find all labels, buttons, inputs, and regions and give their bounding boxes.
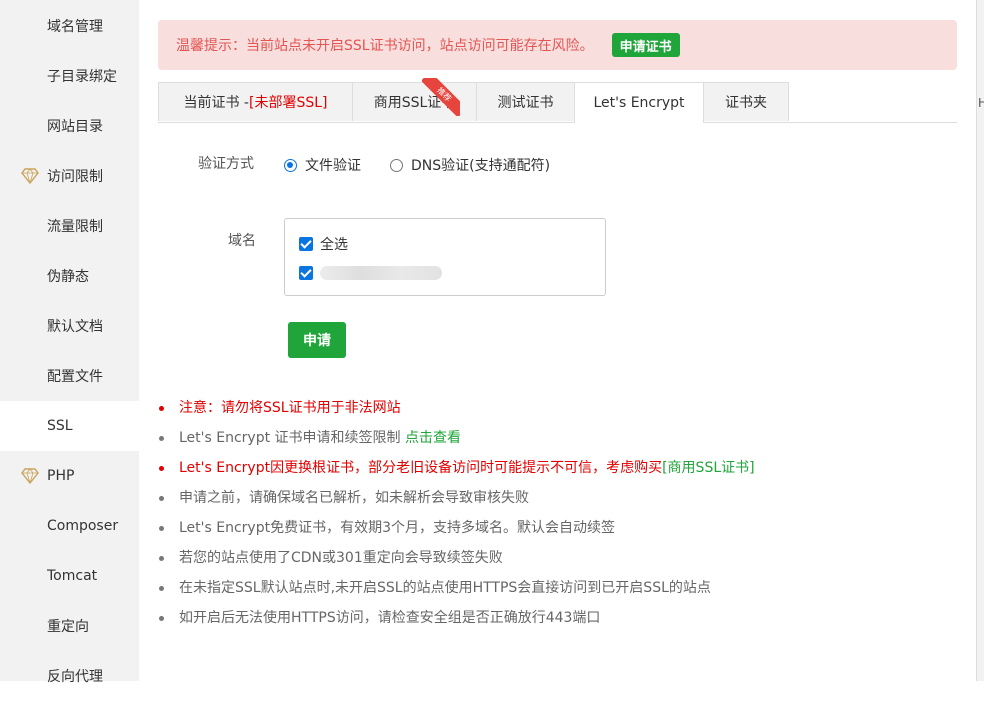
sidebar-item-label: 重定向 [47,619,89,635]
sidebar-item-label: 默认文档 [47,319,103,335]
list-item: Let's Encrypt免费证书，有效期3个月，支持多域名。默认会自动续签 [159,516,755,546]
tab-test-certificate[interactable]: 测试证书 [476,82,575,121]
tab-label: 证书夹 [725,95,767,111]
notes-list: 注意：请勿将SSL证书用于非法网站 Let's Encrypt 证书申请和续签限… [159,396,755,636]
domain-list-box: 全选 [284,218,606,296]
checkbox-checked-icon [299,237,313,251]
list-item: Let's Encrypt因更换根证书，部分老旧设备访问时可能提示不可信，考虑购… [159,456,755,486]
sidebar-item-label: 网站目录 [47,119,103,135]
sidebar-item-site-directory[interactable]: 网站目录 [0,101,139,151]
sidebar-item-label: 访问限制 [47,169,103,185]
sidebar-item-label: 子目录绑定 [47,69,117,85]
apply-certificate-button[interactable]: 申请证书 [611,33,680,57]
sidebar-item-php[interactable]: PHP [0,451,139,501]
sidebar-item-label: 配置文件 [47,369,103,385]
ssl-panel: 温馨提示：当前站点未开启SSL证书访问，站点访问可能存在风险。 申请证书 当前证… [139,0,976,681]
sidebar-item-traffic-limit[interactable]: 流量限制 [0,201,139,251]
note-text: 在未指定SSL默认站点时,未开启SSL的站点使用HTTPS会直接访问到已开启SS… [179,580,711,596]
select-all-checkbox[interactable]: 全选 [299,234,348,254]
note-text: 如开启后无法使用HTTPS访问，请检查安全组是否正确放行443端口 [179,610,601,626]
sidebar-item-label: SSL [47,418,73,434]
vip-diamond-icon [21,468,39,484]
sidebar-item-reverse-proxy[interactable]: 反向代理 [0,651,139,701]
ssl-status-text: [未部署SSL] [249,95,328,111]
note-text: 若您的站点使用了CDN或301重定向会导致续签失败 [179,550,503,566]
redacted-domain-name [320,266,442,280]
note-text: 申请之前，请确保域名已解析，如未解析会导致审核失败 [179,490,529,506]
note-text: Let's Encrypt 证书申请和续签限制 [179,430,405,446]
sidebar-item-access-restriction[interactable]: 访问限制 [0,151,139,201]
tab-label: Let's Encrypt [593,95,685,111]
ssl-tabs: 当前证书 - [未部署SSL] 商用SSL证书 测试证书 Let's Encry… [158,82,957,123]
submit-apply-button[interactable]: 申请 [288,322,346,358]
verify-method-label: 验证方式 [198,156,254,172]
list-item: 注意：请勿将SSL证书用于非法网站 [159,396,755,426]
note-text: Let's Encrypt免费证书，有效期3个月，支持多域名。默认会自动续签 [179,520,615,536]
alert-text: 温馨提示：当前站点未开启SSL证书访问，站点访问可能存在风险。 [176,38,594,54]
sidebar-item-label: 反向代理 [47,669,103,685]
note-text: Let's Encrypt因更换根证书，部分老旧设备访问时可能提示不可信，考虑购… [179,460,663,476]
list-item: 若您的站点使用了CDN或301重定向会导致续签失败 [159,546,755,576]
radio-label: DNS验证(支持通配符) [411,158,551,174]
sidebar-item-label: 伪静态 [47,269,89,285]
sidebar-item-config-file[interactable]: 配置文件 [0,351,139,401]
tab-certificate-folder[interactable]: 证书夹 [703,82,789,121]
sidebar-item-default-document[interactable]: 默认文档 [0,301,139,351]
sidebar-item-label: Tomcat [47,568,98,584]
vip-diamond-icon [21,168,39,184]
checkbox-label: 全选 [320,237,348,253]
ssl-warning-alert: 温馨提示：当前站点未开启SSL证书访问，站点访问可能存在风险。 申请证书 [158,20,957,70]
sidebar-item-label: Composer [47,518,119,534]
sidebar-item-ssl[interactable]: SSL [0,401,139,451]
commercial-ssl-link[interactable]: [商用SSL证书] [662,460,755,476]
checkbox-checked-icon [299,266,313,280]
list-item: Let's Encrypt 证书申请和续签限制 点击查看 [159,426,755,456]
tab-label: 当前证书 - [183,95,249,111]
radio-unselected-icon [390,158,403,172]
sidebar-item-label: 域名管理 [47,19,103,35]
tab-current-certificate[interactable]: 当前证书 - [未部署SSL] [158,82,353,121]
sidebar-item-label: PHP [47,468,75,484]
domain-label: 域名 [228,233,256,249]
background-table-edge: H [976,0,984,681]
sidebar-item-tomcat[interactable]: Tomcat [0,551,139,601]
radio-selected-icon [284,158,297,172]
sidebar-item-redirect[interactable]: 重定向 [0,601,139,651]
list-item: 在未指定SSL默认站点时,未开启SSL的站点使用HTTPS会直接访问到已开启SS… [159,576,755,606]
radio-label: 文件验证 [305,158,361,174]
domain-checkbox[interactable] [299,266,442,280]
radio-dns-verification[interactable]: DNS验证(支持通配符) [390,155,550,175]
radio-file-verification[interactable]: 文件验证 [284,155,361,175]
recommended-ribbon: 推荐 [422,78,460,116]
tab-label: 测试证书 [497,95,554,111]
sidebar-item-rewrite[interactable]: 伪静态 [0,251,139,301]
note-text: 注意：请勿将SSL证书用于非法网站 [179,400,401,416]
list-item: 如开启后无法使用HTTPS访问，请检查安全组是否正确放行443端口 [159,606,755,636]
sidebar-item-label: 流量限制 [47,219,103,235]
sidebar-item-domain-management[interactable]: 域名管理 [0,1,139,51]
list-item: 申请之前，请确保域名已解析，如未解析会导致审核失败 [159,486,755,516]
settings-sidebar: 域名管理 子目录绑定 网站目录 访问限制 流量限制 伪静态 默认文档 配置文件 … [0,0,139,685]
recommended-badge: 推荐 [422,78,460,116]
sidebar-item-subdirectory-binding[interactable]: 子目录绑定 [0,51,139,101]
sidebar-item-composer[interactable]: Composer [0,501,139,551]
view-limits-link[interactable]: 点击查看 [405,430,461,446]
background-header-fragment: H [978,96,984,110]
tab-lets-encrypt[interactable]: Let's Encrypt [574,82,704,123]
